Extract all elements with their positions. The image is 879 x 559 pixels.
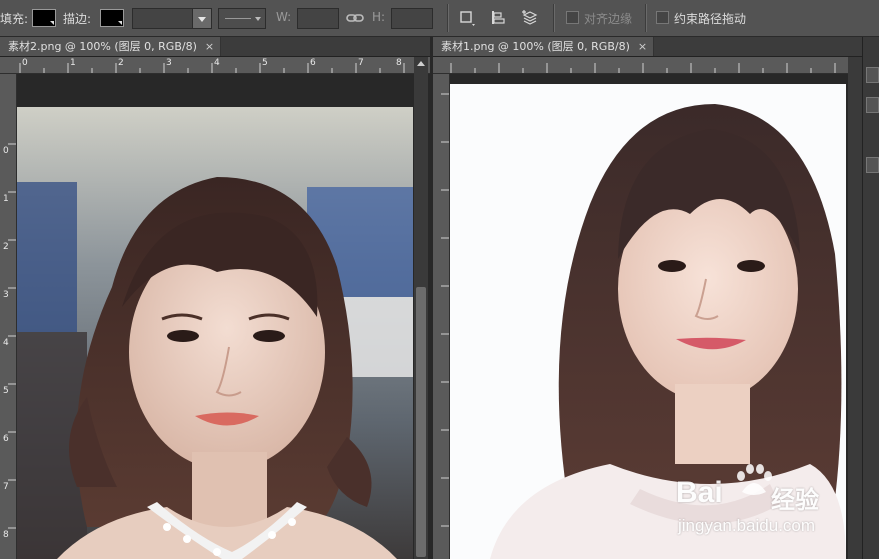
ruler-tick-label: 8	[3, 530, 9, 540]
ruler-tick-label: 6	[310, 58, 316, 68]
width-field[interactable]	[297, 8, 339, 29]
scroll-up-icon[interactable]	[417, 61, 425, 66]
path-arrangement-icon[interactable]	[521, 9, 539, 27]
constrain-path-checkbox[interactable]	[656, 11, 669, 24]
divider	[645, 4, 647, 32]
height-label: H:	[372, 10, 386, 24]
close-icon[interactable]: ×	[638, 40, 647, 53]
ruler-tick-label: 0	[22, 58, 28, 68]
panel-button[interactable]	[866, 97, 879, 113]
vertical-ruler: 0 1 2 3 4 5 6 7 8	[0, 74, 17, 559]
options-bar: 填充: 描边: W: H: 对齐边缘 约束路径拖动	[0, 0, 879, 37]
watermark: Bai 经验 jingyan.baidu.com	[676, 464, 856, 542]
divider	[553, 4, 555, 32]
path-alignment-icon[interactable]	[489, 9, 507, 27]
fill-swatch[interactable]	[32, 9, 56, 27]
stroke-type-dropdown[interactable]	[218, 8, 266, 29]
divider	[447, 4, 449, 32]
link-icon[interactable]	[346, 9, 364, 27]
constrain-path-label: 约束路径拖动	[674, 12, 747, 26]
ruler-tick-label: 6	[3, 434, 9, 444]
align-edges-checkbox[interactable]	[566, 11, 579, 24]
canvas-image-1[interactable]	[17, 107, 413, 559]
ruler-tick-label: 3	[3, 290, 9, 300]
watermark-brand: Bai	[676, 476, 723, 509]
stroke-swatch[interactable]	[100, 9, 124, 27]
stroke-width-dropdown[interactable]	[192, 8, 212, 29]
stroke-width-field[interactable]	[132, 8, 194, 29]
right-panel-strip	[862, 37, 879, 559]
scrollbar-thumb[interactable]	[416, 287, 426, 557]
document-window-1: 素材2.png @ 100% (图层 0, RGB/8) × 0 1 2 3 4 …	[0, 37, 430, 559]
stroke-label: 描边:	[63, 12, 92, 26]
fill-label: 填充:	[0, 12, 29, 26]
document-tab-2[interactable]: 素材1.png @ 100% (图层 0, RGB/8) ×	[433, 37, 654, 56]
ruler-tick-label: 4	[3, 338, 9, 348]
ruler-tick-label: 5	[3, 386, 9, 396]
path-operations-icon[interactable]	[458, 9, 476, 27]
ruler-tick-label: 4	[214, 58, 220, 68]
vertical-ruler	[433, 74, 450, 559]
ruler-tick-label: 3	[166, 58, 172, 68]
tab-title: 素材2.png @ 100% (图层 0, RGB/8)	[8, 40, 197, 53]
document-tab-1[interactable]: 素材2.png @ 100% (图层 0, RGB/8) ×	[0, 37, 221, 56]
ruler-tick-label: 8	[396, 58, 402, 68]
height-field[interactable]	[391, 8, 433, 29]
horizontal-ruler: 0 1 2 3 4 5 6 7 8	[0, 57, 430, 74]
ruler-ticks	[450, 63, 836, 73]
ruler-ticks	[441, 93, 449, 527]
ruler-tick-label: 1	[70, 58, 76, 68]
chevron-down-icon	[255, 17, 261, 21]
width-label: W:	[276, 10, 292, 24]
panel-button[interactable]	[866, 67, 879, 83]
ruler-tick-label: 5	[262, 58, 268, 68]
portrait-photo	[17, 107, 413, 559]
ruler-tick-label: 7	[3, 482, 9, 492]
chevron-down-icon	[198, 17, 206, 22]
horizontal-ruler	[433, 57, 862, 74]
ruler-tick-label: 2	[3, 242, 9, 252]
close-icon[interactable]: ×	[205, 40, 214, 53]
ruler-tick-label: 1	[3, 194, 9, 204]
ruler-tick-label: 2	[118, 58, 124, 68]
vertical-scrollbar[interactable]	[414, 57, 428, 559]
align-edges-label: 对齐边缘	[584, 12, 633, 26]
watermark-brand-suffix: 经验	[771, 486, 819, 514]
paw-icon	[737, 464, 772, 495]
ruler-tick-label: 7	[358, 58, 364, 68]
stroke-line-icon	[225, 18, 251, 19]
watermark-url: jingyan.baidu.com	[678, 516, 816, 535]
panel-button[interactable]	[866, 157, 879, 173]
tab-title: 素材1.png @ 100% (图层 0, RGB/8)	[441, 40, 630, 53]
ruler-tick-label: 0	[3, 146, 9, 156]
